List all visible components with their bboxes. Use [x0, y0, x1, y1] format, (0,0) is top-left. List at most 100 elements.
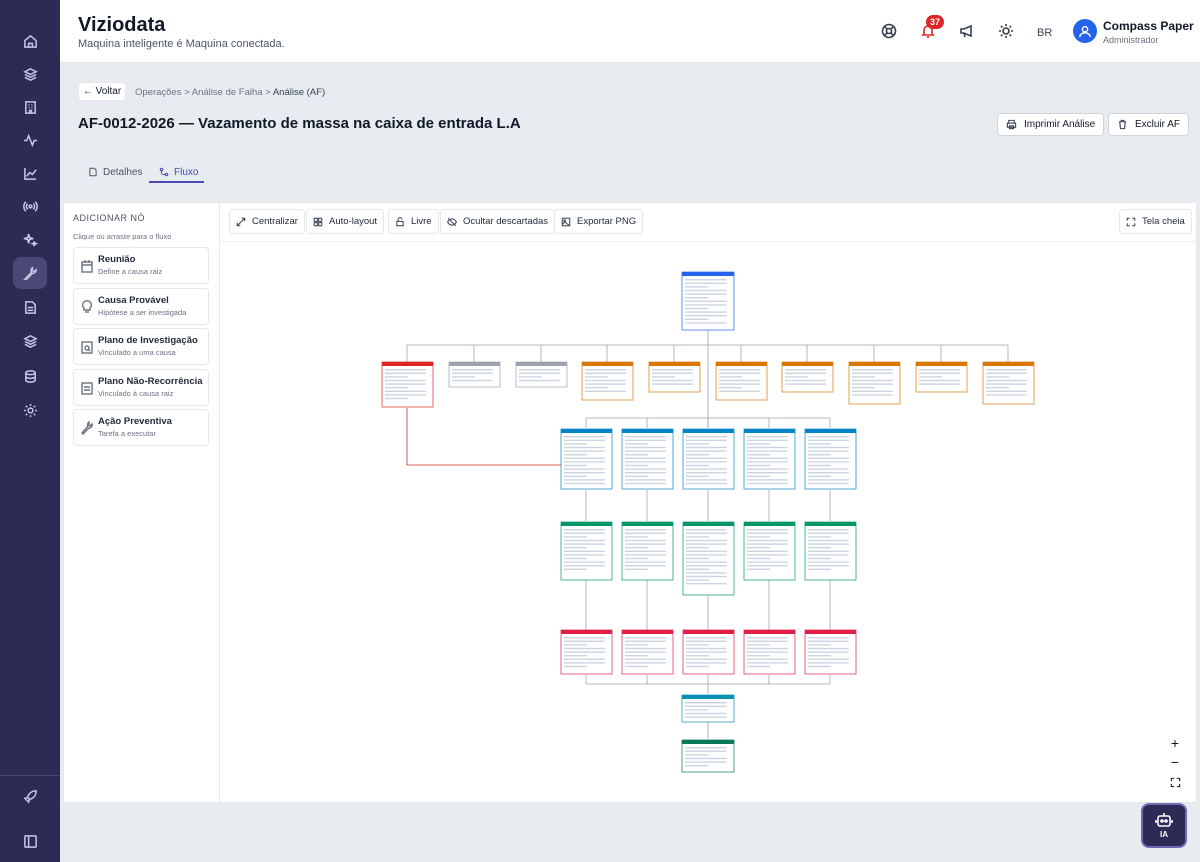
clipboard-search-icon: [81, 341, 93, 354]
flow-node-non-recurrence[interactable]: [621, 521, 674, 581]
flow-node-investigation[interactable]: [560, 428, 613, 490]
flow-node-cause[interactable]: [381, 361, 434, 408]
back-button[interactable]: ← Voltar: [78, 82, 126, 101]
panel-toggle-icon[interactable]: [13, 825, 47, 857]
flow-node-preventive[interactable]: [743, 629, 796, 675]
export-png-label: Exportar PNG: [577, 216, 637, 227]
tab-details-label: Detalhes: [103, 166, 143, 178]
flow-node-cause[interactable]: [915, 361, 968, 393]
flow-node-cause[interactable]: [648, 361, 701, 393]
ai-label: IA: [1160, 830, 1168, 839]
breadcrumb: Operações > Análise de Falha > Análise (…: [135, 87, 325, 98]
print-analysis-button[interactable]: Imprimir Análise: [997, 113, 1105, 136]
hide-discarded-button[interactable]: Ocultar descartadas: [440, 209, 556, 234]
flow-node-cause[interactable]: [448, 361, 501, 388]
add-node-investigation-plan-title: Plano de Investigação: [98, 335, 198, 346]
flow-node-conclusion[interactable]: [681, 694, 735, 723]
center-button[interactable]: Centralizar: [229, 209, 305, 234]
language-selector[interactable]: BR: [1037, 27, 1052, 39]
flow-node-cause[interactable]: [581, 361, 634, 401]
grid-icon: [313, 217, 323, 226]
building-icon[interactable]: [13, 91, 47, 123]
calendar-icon: [81, 260, 93, 273]
flow-node-meeting[interactable]: [681, 271, 735, 331]
add-node-investigation-plan[interactable]: Plano de Investigação Vinculado a uma ca…: [73, 328, 209, 365]
home-icon[interactable]: [13, 25, 47, 57]
sidebar: [0, 0, 60, 862]
auto-layout-button[interactable]: Auto-layout: [306, 209, 385, 234]
tab-details[interactable]: Detalhes: [88, 162, 142, 182]
app-subtitle: Maquina inteligente é Maquina conectada.: [78, 38, 285, 50]
add-node-meeting[interactable]: Reunião Define a causa raiz: [73, 247, 209, 284]
add-node-meeting-sub: Define a causa raiz: [98, 267, 163, 276]
wrench-icon: [81, 421, 93, 435]
add-node-meeting-title: Reunião: [98, 254, 136, 265]
print-analysis-label: Imprimir Análise: [1024, 119, 1096, 130]
flow-node-non-recurrence[interactable]: [560, 521, 613, 581]
zoom-in-button[interactable]: +: [1163, 733, 1187, 753]
add-node-probable-cause[interactable]: Causa Provável Hipótese a ser investigad…: [73, 288, 209, 325]
sparkles-icon[interactable]: [13, 223, 47, 255]
document-icon[interactable]: [13, 291, 47, 323]
breadcrumb-path[interactable]: Operações > Análise de Falha >: [135, 87, 273, 98]
avatar[interactable]: [1073, 19, 1097, 43]
tab-flow-label: Fluxo: [174, 166, 199, 178]
add-node-non-recurrence-plan-title: Plano Não-Recorrência: [98, 376, 203, 387]
flow-node-cause[interactable]: [848, 361, 901, 405]
expand-arrows-icon: [236, 217, 246, 226]
flow-node-investigation[interactable]: [682, 428, 735, 490]
free-mode-button[interactable]: Livre: [388, 209, 439, 234]
fit-view-icon: [1170, 777, 1180, 787]
flow-node-non-recurrence[interactable]: [682, 521, 735, 596]
megaphone-icon[interactable]: [958, 22, 976, 40]
auto-layout-label: Auto-layout: [329, 216, 378, 227]
flow-node-preventive[interactable]: [560, 629, 613, 675]
flow-node-non-recurrence[interactable]: [804, 521, 857, 581]
flow-node-cause[interactable]: [982, 361, 1035, 405]
flow-canvas[interactable]: [221, 242, 1196, 802]
flow-node-preventive[interactable]: [621, 629, 674, 675]
zoom-out-button[interactable]: −: [1163, 752, 1187, 772]
flow-node-final[interactable]: [681, 739, 735, 773]
support-icon[interactable]: [880, 22, 898, 40]
activity-icon[interactable]: [13, 124, 47, 156]
flow-node-non-recurrence[interactable]: [743, 521, 796, 581]
flow-node-investigation[interactable]: [743, 428, 796, 490]
page-title: AF-0012-2026 — Vazamento de massa na cai…: [78, 115, 521, 132]
rocket-icon[interactable]: [13, 780, 47, 812]
add-node-preventive-action-title: Ação Preventiva: [98, 416, 172, 427]
add-node-preventive-action[interactable]: Ação Preventiva Tarefa a executar: [73, 409, 209, 446]
flow-node-cause[interactable]: [515, 361, 568, 388]
flow-node-cause[interactable]: [715, 361, 768, 401]
app-title: Viziodata: [78, 14, 166, 36]
chart-line-icon[interactable]: [13, 157, 47, 189]
flow-node-preventive[interactable]: [804, 629, 857, 675]
notification-badge: 37: [926, 15, 944, 29]
database-icon[interactable]: [13, 360, 47, 392]
tab-active-indicator: [149, 181, 204, 183]
flow-node-investigation[interactable]: [804, 428, 857, 490]
ai-assistant-button[interactable]: IA: [1141, 803, 1187, 848]
gear-icon[interactable]: [13, 394, 47, 426]
wrench-icon[interactable]: [13, 257, 47, 289]
trash-icon: [1119, 119, 1126, 130]
flow-node-preventive[interactable]: [682, 629, 735, 675]
layers-icon[interactable]: [13, 58, 47, 90]
tab-flow[interactable]: Fluxo: [159, 162, 198, 182]
user-name[interactable]: Compass Paper: [1103, 19, 1194, 33]
fullscreen-button[interactable]: Tela cheia: [1119, 209, 1192, 234]
sun-icon[interactable]: [997, 22, 1015, 40]
add-node-non-recurrence-plan[interactable]: Plano Não-Recorrência Vinculado à causa …: [73, 369, 209, 406]
flow-node-investigation[interactable]: [621, 428, 674, 490]
add-node-hint: Clique ou arraste para o fluxo: [73, 232, 172, 241]
stack-icon[interactable]: [13, 325, 47, 357]
flow-node-cause[interactable]: [781, 361, 834, 393]
user-role: Administrador: [1103, 35, 1159, 45]
free-mode-label: Livre: [411, 216, 432, 227]
fit-view-button[interactable]: [1163, 772, 1187, 792]
broadcast-icon[interactable]: [13, 190, 47, 222]
lightbulb-icon: [81, 300, 93, 313]
flow-icon: [159, 167, 169, 177]
export-png-button[interactable]: Exportar PNG: [554, 209, 644, 234]
delete-af-button[interactable]: Excluir AF: [1108, 113, 1190, 136]
